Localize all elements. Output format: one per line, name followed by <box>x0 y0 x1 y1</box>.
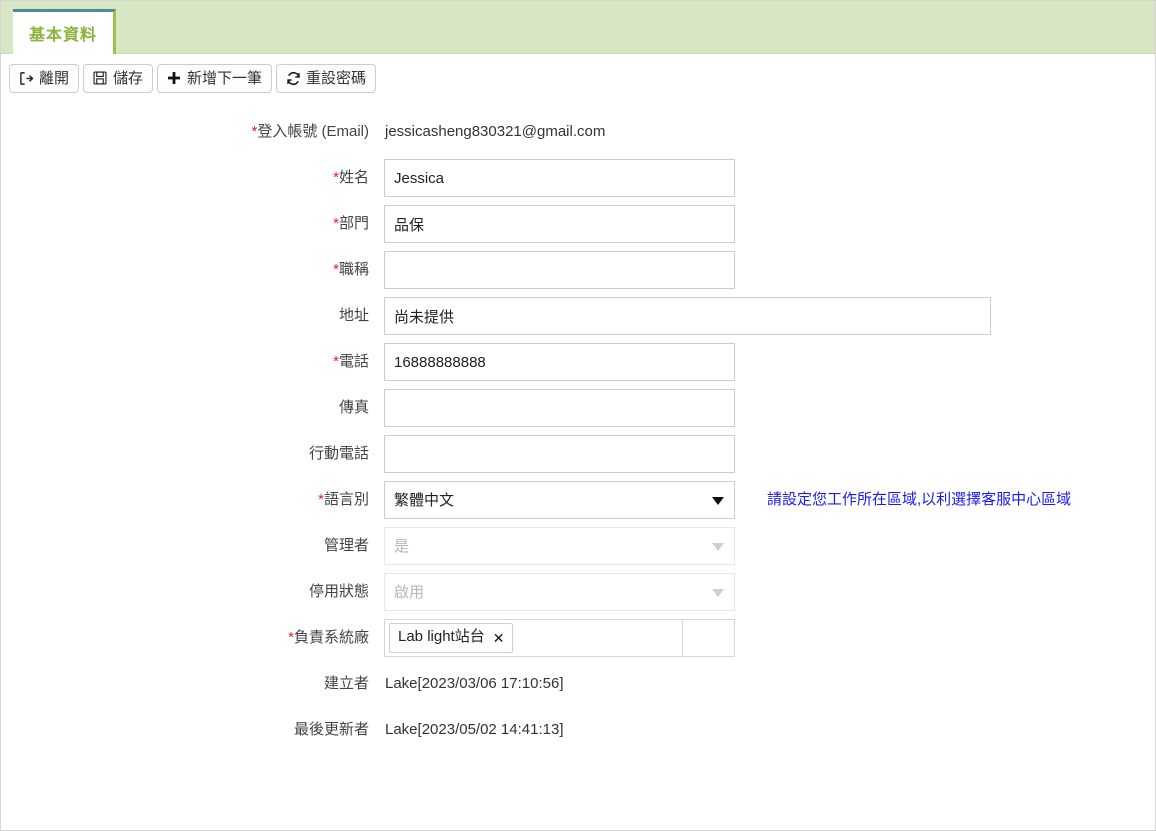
sign-out-icon <box>18 70 34 86</box>
updated-by-value: Lake[2023/05/02 14:41:13] <box>385 721 564 738</box>
remove-tag-icon[interactable]: ✕ <box>493 631 505 645</box>
label-address-text: 地址 <box>338 307 369 324</box>
system-plant-tag-label: Lab light站台 <box>398 628 485 646</box>
field-created-by: Lake[2023/03/06 17:10:56] <box>384 665 1155 703</box>
field-email: jessicasheng830321@gmail.com <box>384 113 1155 151</box>
field-mobile <box>384 435 1155 473</box>
label-status-text: 停用狀態 <box>308 583 369 600</box>
form-row-phone: *電話 <box>1 343 1155 381</box>
toolbar: 離開 儲存 新增下一筆 重設密碼 <box>1 54 1155 93</box>
label-updated-by: 最後更新者 <box>1 711 384 749</box>
manager-select-wrap: 是 <box>384 527 735 565</box>
created-by-value: Lake[2023/03/06 17:10:56] <box>385 675 564 692</box>
field-language: 繁體中文 請設定您工作所在區域,以利選擇客服中心區域 <box>384 481 1155 519</box>
label-status: 停用狀態 <box>1 573 384 611</box>
status-select-wrap: 啟用 <box>384 573 735 611</box>
form-row-job-title: *職稱 <box>1 251 1155 289</box>
manager-select: 是 <box>384 527 735 565</box>
refresh-sync-icon <box>285 70 301 86</box>
add-next-button-label: 新增下一筆 <box>187 69 263 87</box>
tab-strip: 基本資料 <box>1 1 1155 54</box>
form-row-address: 地址 <box>1 297 1155 335</box>
form-row-created-by: 建立者 Lake[2023/03/06 17:10:56] <box>1 665 1155 703</box>
label-name: *姓名 <box>1 159 384 197</box>
reset-password-button[interactable]: 重設密碼 <box>276 64 377 93</box>
label-fax: 傳真 <box>1 389 384 427</box>
label-mobile: 行動電話 <box>1 435 384 473</box>
reset-password-button-label: 重設密碼 <box>306 69 367 87</box>
plus-icon <box>166 70 182 86</box>
language-select[interactable]: 繁體中文 <box>384 481 735 519</box>
label-manager-text: 管理者 <box>323 537 369 554</box>
fax-input[interactable] <box>384 389 735 427</box>
floppy-save-icon <box>92 70 108 86</box>
label-job-title-text: 職稱 <box>338 261 369 278</box>
field-address <box>384 297 1155 335</box>
label-created-by-text: 建立者 <box>323 675 369 692</box>
department-input[interactable] <box>384 205 735 243</box>
system-plant-tag-area[interactable]: Lab light站台 ✕ <box>384 619 683 657</box>
status-select: 啟用 <box>384 573 735 611</box>
add-next-button[interactable]: 新增下一筆 <box>157 64 273 93</box>
label-mobile-text: 行動電話 <box>308 445 369 462</box>
form-row-name: *姓名 <box>1 159 1155 197</box>
label-email-text: 登入帳號 (Email) <box>257 123 369 140</box>
system-plant-multiselect[interactable]: Lab light站台 ✕ <box>384 619 735 657</box>
form-row-email: *登入帳號 (Email) jessicasheng830321@gmail.c… <box>1 113 1155 151</box>
save-button-label: 儲存 <box>113 69 144 87</box>
leave-button-label: 離開 <box>39 69 70 87</box>
name-input[interactable] <box>384 159 735 197</box>
label-phone-text: 電話 <box>338 353 369 370</box>
field-fax <box>384 389 1155 427</box>
field-updated-by: Lake[2023/05/02 14:41:13] <box>384 711 1155 749</box>
label-manager: 管理者 <box>1 527 384 565</box>
label-system-plant: *負責系統廠 <box>1 619 384 657</box>
form-row-fax: 傳真 <box>1 389 1155 427</box>
field-department <box>384 205 1155 243</box>
form-row-system-plant: *負責系統廠 Lab light站台 ✕ <box>1 619 1155 657</box>
label-email: *登入帳號 (Email) <box>1 113 384 151</box>
save-button[interactable]: 儲存 <box>83 64 154 93</box>
field-system-plant: Lab light站台 ✕ <box>384 619 1155 657</box>
label-language: *語言別 <box>1 481 384 519</box>
field-name <box>384 159 1155 197</box>
label-phone: *電話 <box>1 343 384 381</box>
tab-basic-info[interactable]: 基本資料 <box>13 9 116 54</box>
form-row-department: *部門 <box>1 205 1155 243</box>
form-row-updated-by: 最後更新者 Lake[2023/05/02 14:41:13] <box>1 711 1155 749</box>
label-fax-text: 傳真 <box>338 399 369 416</box>
label-department-text: 部門 <box>338 215 369 232</box>
field-manager: 是 <box>384 527 1155 565</box>
tab-basic-info-label: 基本資料 <box>28 27 97 44</box>
page-container: 基本資料 離開 儲存 新增下一筆 重設密碼 *登入帳號 (Email) jess… <box>0 0 1156 831</box>
form-row-language: *語言別 繁體中文 請設定您工作所在區域,以利選擇客服中心區域 <box>1 481 1155 519</box>
system-plant-dropdown-button[interactable] <box>683 619 735 657</box>
field-status: 啟用 <box>384 573 1155 611</box>
form-row-manager: 管理者 是 <box>1 527 1155 565</box>
label-system-plant-text: 負責系統廠 <box>293 629 369 646</box>
label-updated-by-text: 最後更新者 <box>293 721 369 738</box>
basic-info-form: *登入帳號 (Email) jessicasheng830321@gmail.c… <box>1 113 1155 749</box>
form-row-mobile: 行動電話 <box>1 435 1155 473</box>
label-name-text: 姓名 <box>338 169 369 186</box>
system-plant-tag[interactable]: Lab light站台 ✕ <box>389 623 514 653</box>
label-created-by: 建立者 <box>1 665 384 703</box>
phone-input[interactable] <box>384 343 735 381</box>
email-value: jessicasheng830321@gmail.com <box>385 123 606 140</box>
label-department: *部門 <box>1 205 384 243</box>
leave-button[interactable]: 離開 <box>9 64 80 93</box>
language-hint: 請設定您工作所在區域,以利選擇客服中心區域 <box>767 491 1072 508</box>
field-job-title <box>384 251 1155 289</box>
field-phone <box>384 343 1155 381</box>
job-title-input[interactable] <box>384 251 735 289</box>
label-job-title: *職稱 <box>1 251 384 289</box>
form-row-status: 停用狀態 啟用 <box>1 573 1155 611</box>
label-language-text: 語言別 <box>323 491 369 508</box>
address-input[interactable] <box>384 297 991 335</box>
mobile-input[interactable] <box>384 435 735 473</box>
label-address: 地址 <box>1 297 384 335</box>
language-select-wrap: 繁體中文 <box>384 481 735 519</box>
